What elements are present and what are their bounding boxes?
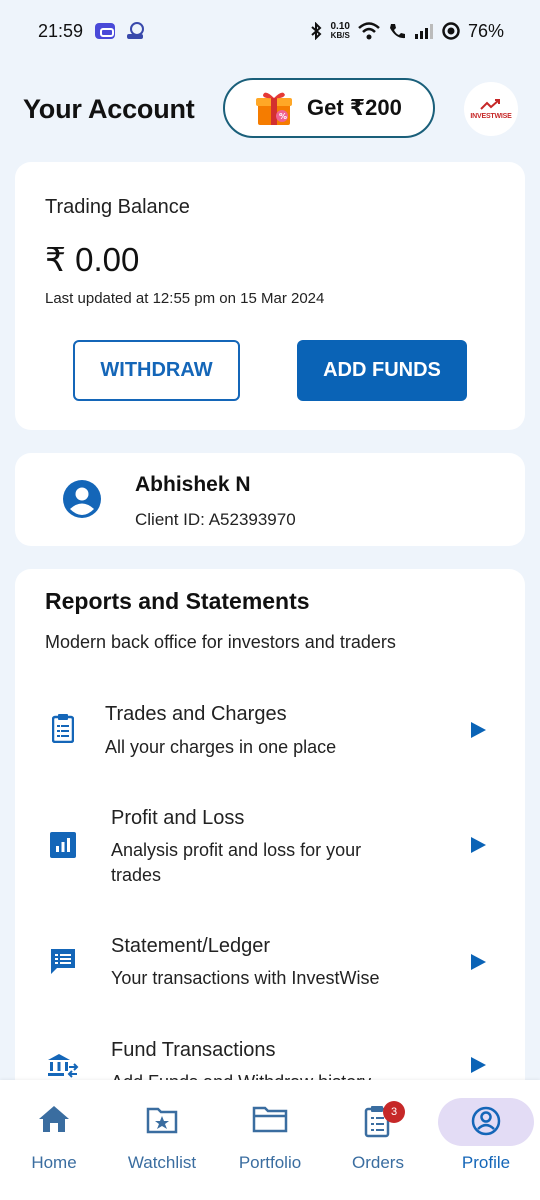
- svg-text:%: %: [279, 112, 287, 121]
- network-speed-unit: KB/S: [330, 31, 350, 40]
- refer-earn-button[interactable]: % Get ₹200: [223, 78, 435, 138]
- brand-logo[interactable]: INVESTWISE: [464, 82, 518, 136]
- status-bar: 21:59 0.10 KB/S 76%: [0, 0, 540, 62]
- profile-card[interactable]: Abhishek N Client ID: A52393970: [15, 453, 525, 546]
- report-item-desc: All your charges in one place: [105, 737, 337, 757]
- trading-balance-card: Trading Balance ₹ 0.00 Last updated at 1…: [15, 162, 525, 430]
- home-icon: [37, 1104, 71, 1139]
- reports-subtitle: Modern back office for investors and tra…: [45, 632, 396, 652]
- account-circle-icon: [63, 480, 101, 523]
- report-item-trades-charges[interactable]: Trades and Charges All your charges in o…: [15, 689, 525, 779]
- report-item-desc: Analysis profit and loss for your trades: [111, 840, 362, 885]
- bluetooth-icon: [309, 22, 323, 40]
- status-time: 21:59: [38, 20, 84, 41]
- balance-amount: ₹ 0.00: [45, 241, 140, 278]
- network-speed: 0.10 KB/S: [330, 21, 350, 41]
- nav-profile[interactable]: Profile: [436, 1080, 536, 1200]
- chevron-right-icon: [471, 1057, 486, 1073]
- nav-home[interactable]: Home: [4, 1080, 104, 1200]
- clipboard-icon: [51, 713, 75, 748]
- nav-orders[interactable]: Orders: [328, 1080, 428, 1200]
- bar-chart-icon: [50, 832, 76, 863]
- report-item-statement-ledger[interactable]: Statement/Ledger Your transactions with …: [15, 923, 525, 1013]
- wifi-calling-icon: [388, 22, 406, 40]
- nav-label: Profile: [461, 1153, 511, 1172]
- logo-bull-icon: [480, 98, 500, 110]
- chevron-right-icon: [471, 837, 486, 853]
- header: Your Account % Get ₹200 INVESTWISE: [0, 76, 540, 140]
- page-title: Your Account: [23, 94, 195, 124]
- report-item-title: Fund Transactions: [111, 1039, 276, 1061]
- nav-label: Orders: [352, 1153, 404, 1172]
- profile-name: Abhishek N: [135, 473, 251, 496]
- add-funds-button[interactable]: ADD FUNDS: [297, 340, 467, 401]
- chevron-right-icon: [471, 954, 486, 970]
- status-right: 0.10 KB/S 76%: [309, 20, 504, 42]
- nav-label: Portfolio: [238, 1153, 302, 1172]
- report-item-title: Statement/Ledger: [111, 935, 270, 957]
- nav-watchlist[interactable]: Watchlist: [112, 1080, 212, 1200]
- refer-earn-label: Get ₹200: [307, 95, 402, 120]
- message-list-icon: [49, 947, 77, 982]
- nav-label: Home: [31, 1153, 77, 1172]
- folder-icon: [252, 1104, 288, 1139]
- reports-title: Reports and Statements: [45, 588, 310, 614]
- report-item-title: Profit and Loss: [111, 807, 245, 829]
- battery-level: 76%: [467, 20, 504, 41]
- status-left: 21:59: [38, 20, 145, 42]
- watchlist-icon: [146, 1104, 178, 1139]
- profile-icon: [471, 1106, 501, 1141]
- battery-icon: [442, 22, 460, 40]
- signal-icon: [414, 23, 434, 39]
- report-item-desc: Your transactions with InvestWise: [111, 968, 380, 988]
- report-item-title: Trades and Charges: [105, 703, 287, 725]
- balance-updated: Last updated at 12:55 pm on 15 Mar 2024: [45, 290, 325, 307]
- client-id: Client ID: A52393970: [135, 510, 296, 529]
- user-notification-icon: [127, 22, 145, 40]
- logo-text: INVESTWISE: [470, 112, 512, 120]
- nav-portfolio[interactable]: Portfolio: [220, 1080, 320, 1200]
- wifi-icon: [358, 22, 380, 40]
- network-speed-value: 0.10: [330, 21, 350, 32]
- withdraw-button[interactable]: WITHDRAW: [73, 340, 240, 401]
- balance-label: Trading Balance: [45, 196, 190, 218]
- reports-card: Reports and Statements Modern back offic…: [15, 569, 525, 1129]
- bottom-nav: Home Watchlist Portfolio Orders 3 Profil…: [0, 1080, 540, 1200]
- gift-icon: %: [255, 89, 293, 127]
- nav-label: Watchlist: [127, 1153, 197, 1172]
- chevron-right-icon: [471, 722, 486, 738]
- orders-badge: 3: [383, 1101, 405, 1123]
- report-item-profit-loss[interactable]: Profit and Loss Analysis profit and loss…: [15, 795, 525, 905]
- app-notification-icon: [95, 23, 116, 39]
